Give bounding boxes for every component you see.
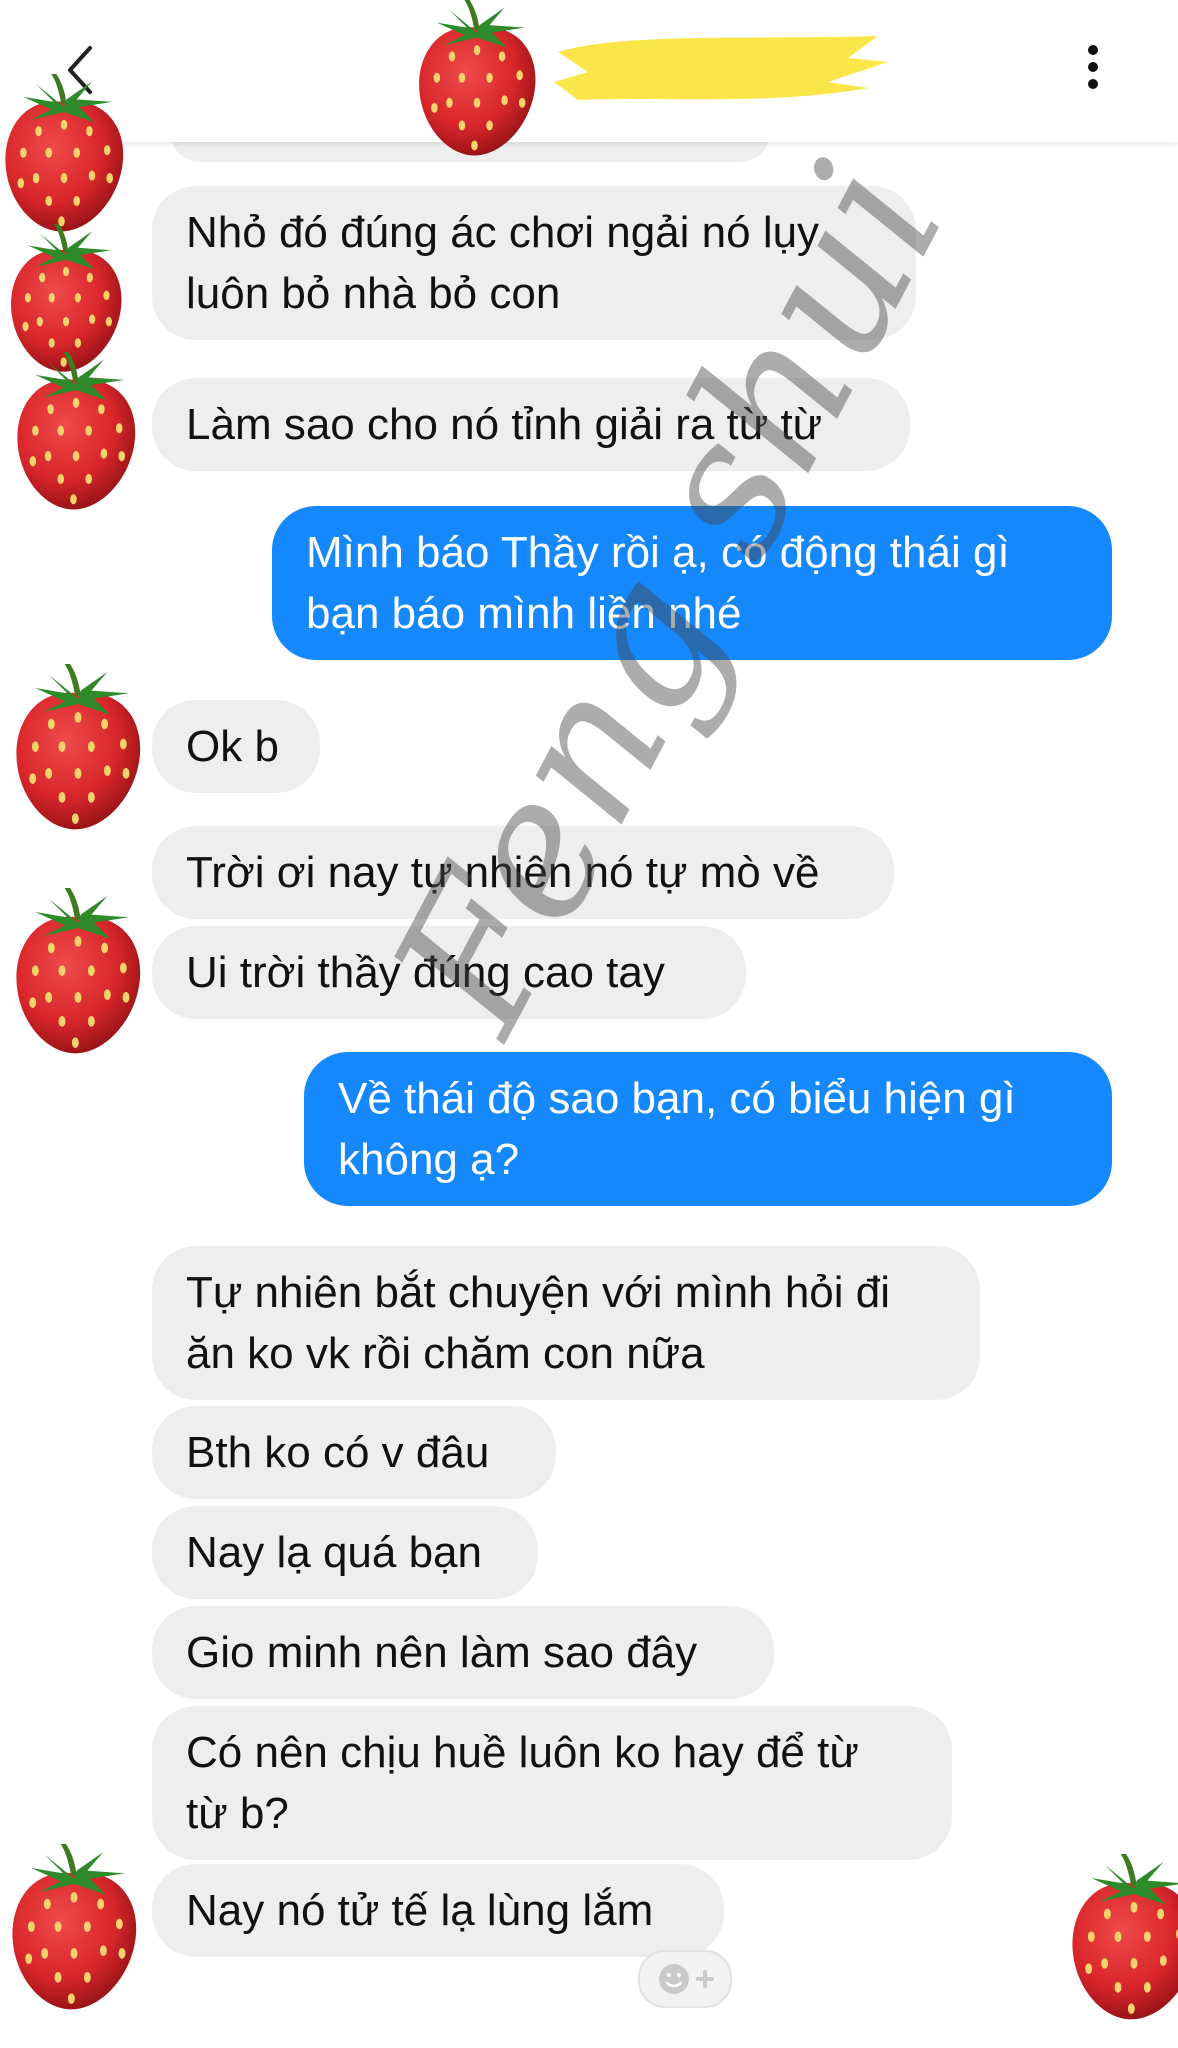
incoming-message-bubble[interactable]: Nay lạ quá bạn xyxy=(152,1506,538,1599)
outgoing-message-bubble[interactable]: Về thái độ sao bạn, có biểu hiện gì khôn… xyxy=(304,1052,1112,1206)
incoming-message-bubble[interactable]: Tự nhiên bắt chuyện với mình hỏi đi ăn k… xyxy=(152,1246,980,1400)
add-reaction-icon[interactable] xyxy=(638,1950,732,2008)
incoming-message-bubble[interactable]: Làm sao cho nó tỉnh giải ra từ từ xyxy=(152,378,910,471)
incoming-message-bubble[interactable]: Trời ơi nay tự nhiên nó tự mò về xyxy=(152,826,894,919)
chat-header xyxy=(0,0,1178,142)
strawberry-sticker xyxy=(17,352,136,510)
incoming-message-bubble[interactable]: Gio minh nên làm sao đây xyxy=(152,1606,774,1699)
strawberry-sticker xyxy=(419,0,536,156)
strawberry-sticker xyxy=(16,888,141,1054)
name-redaction xyxy=(554,36,888,100)
strawberry-sticker xyxy=(16,664,141,830)
strawberry-sticker xyxy=(1072,1854,1178,2020)
outgoing-message-bubble[interactable]: Mình báo Thầy rồi ạ, có động thái gì bạn… xyxy=(272,506,1112,660)
incoming-message-bubble[interactable]: Ok b xyxy=(152,700,320,793)
strawberry-sticker xyxy=(5,74,124,232)
incoming-message-bubble[interactable]: Có nên chịu huề luôn ko hay để từ từ b? xyxy=(152,1706,952,1860)
incoming-message-bubble[interactable]: Nhỏ đó đúng ác chơi ngải nó lụy luôn bỏ … xyxy=(152,186,916,340)
vertical-dots-icon[interactable] xyxy=(1075,42,1111,92)
strawberry-sticker xyxy=(12,1844,137,2010)
incoming-message-bubble[interactable]: Ui trời thầy đúng cao tay xyxy=(152,926,746,1019)
incoming-message-bubble[interactable]: Nay nó tử tế lạ lùng lắm xyxy=(152,1864,724,1957)
incoming-message-bubble[interactable]: Bth ko có v đâu xyxy=(152,1406,556,1499)
